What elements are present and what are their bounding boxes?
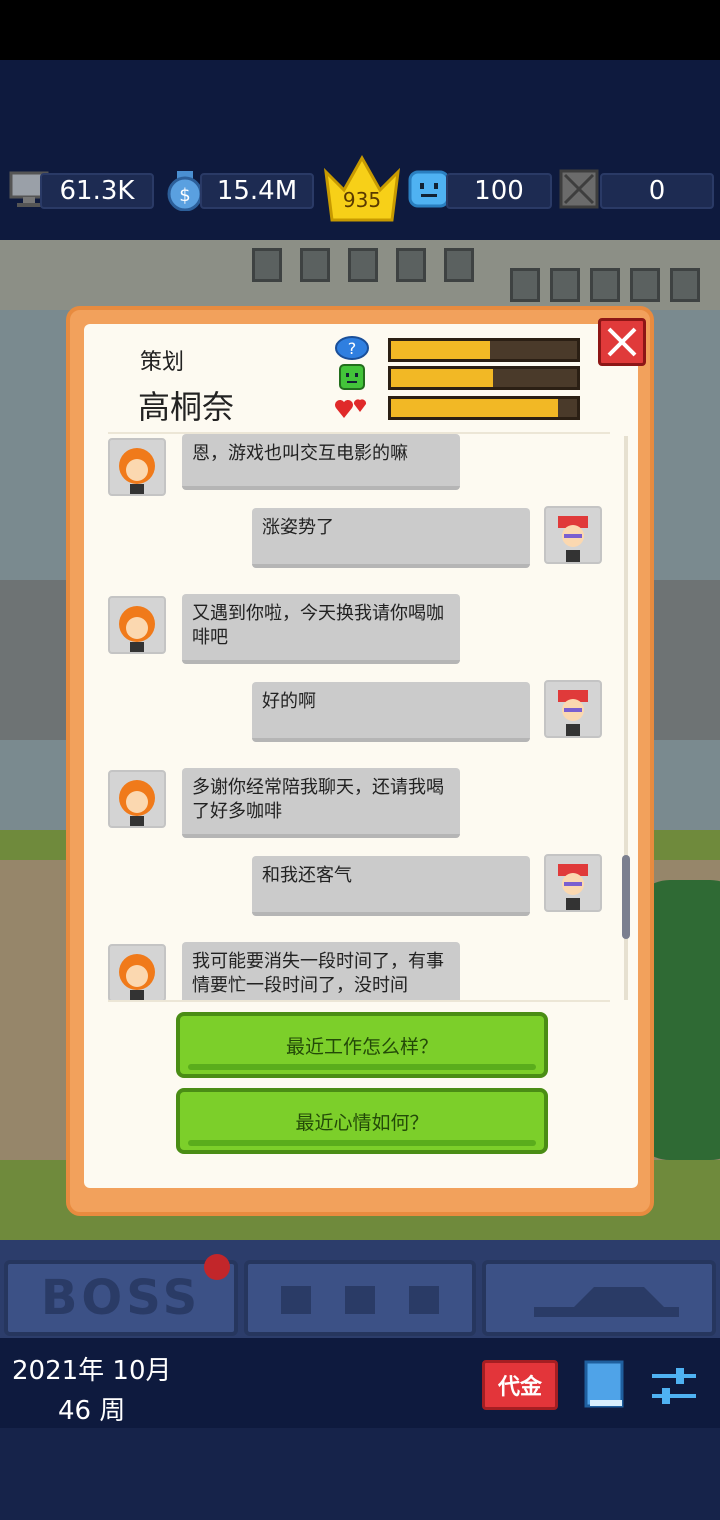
car-icon [534, 1287, 679, 1317]
stat-bar-3-fill [391, 399, 559, 417]
stat-bar-1-fill [391, 341, 490, 359]
money-value: 15.4M [216, 176, 298, 206]
staff-button[interactable] [244, 1260, 476, 1336]
date-month: 2021年 10月 [12, 1356, 172, 1386]
stat-bar-2-fill [391, 369, 494, 387]
chat-bubble: 我可能要消失一段时间了，有事情要忙一段时间了，没时间 [182, 942, 460, 1000]
svg-text:?: ? [348, 339, 357, 358]
staff-icon [281, 1286, 439, 1314]
boss-label: BOSS [40, 1270, 202, 1326]
player-avatar [544, 506, 602, 564]
chat-bubble: 和我还客气 [252, 856, 530, 916]
status-bar [0, 0, 720, 60]
money-stat: 15.4M [200, 173, 314, 209]
crown-level: 935 [342, 188, 382, 212]
chat-log[interactable]: 恩，游戏也叫交互电影的嘛 涨姿势了 又遇到你啦，今天换我请你喝咖啡吧 好的啊 多… [100, 434, 620, 1000]
book-icon[interactable] [582, 1360, 628, 1410]
bug-crossed-icon [556, 166, 602, 212]
nav-bar-area [0, 1428, 720, 1520]
bugs-stat: 0 [600, 173, 714, 209]
building-row [0, 240, 720, 310]
chat-divider-bottom [108, 1000, 610, 1002]
chat-bubble: 多谢你经常陪我聊天，还请我喝了好多咖啡 [182, 768, 460, 838]
stat-bar-3 [388, 396, 580, 420]
choice-label: 最近工作怎么样？ [285, 1035, 438, 1058]
bottom-dock: BOSS [0, 1240, 720, 1340]
npc-avatar [108, 770, 166, 828]
svg-text:$: $ [179, 185, 190, 206]
chat-bubble: 涨姿势了 [252, 508, 530, 568]
character-role: 策划 [140, 350, 185, 375]
fans-stat: 100 [446, 173, 552, 209]
notification-dot [204, 1254, 230, 1280]
npc-avatar [108, 438, 166, 496]
player-avatar [544, 854, 602, 912]
settings-sliders-icon[interactable] [650, 1362, 698, 1410]
close-icon [607, 327, 637, 357]
choice-label: 最近心情如何？ [295, 1111, 429, 1134]
coupon-label: 代金 [497, 1375, 542, 1400]
coupon-button[interactable]: 代金 [482, 1360, 558, 1410]
chat-bubble: 好的啊 [252, 682, 530, 742]
player-avatar [544, 680, 602, 738]
character-name: 高桐奈 [138, 388, 235, 426]
choice-button-work[interactable]: 最近工作怎么样？ [176, 1012, 548, 1078]
hearts-icon [334, 394, 370, 422]
smile-icon [334, 364, 370, 392]
npc-avatar [108, 944, 166, 1000]
chat-scrollbar[interactable] [622, 855, 630, 939]
date-week: 46 周 [58, 1396, 126, 1426]
stat-bar-2 [388, 366, 580, 390]
computers-value: 61.3K [59, 176, 135, 206]
chat-bubble: 又遇到你啦，今天换我请你喝咖啡吧 [182, 594, 460, 664]
computers-stat: 61.3K [40, 173, 154, 209]
close-button[interactable] [598, 318, 646, 366]
boss-button[interactable]: BOSS [4, 1260, 238, 1336]
fans-value: 100 [474, 176, 524, 206]
car-button[interactable] [482, 1260, 716, 1336]
question-icon: ? [334, 336, 370, 364]
bugs-value: 0 [648, 176, 666, 206]
chat-bubble: 恩，游戏也叫交互电影的嘛 [182, 434, 460, 490]
stat-bar-1 [388, 338, 580, 362]
npc-avatar [108, 596, 166, 654]
choice-button-mood[interactable]: 最近心情如何？ [176, 1088, 548, 1154]
